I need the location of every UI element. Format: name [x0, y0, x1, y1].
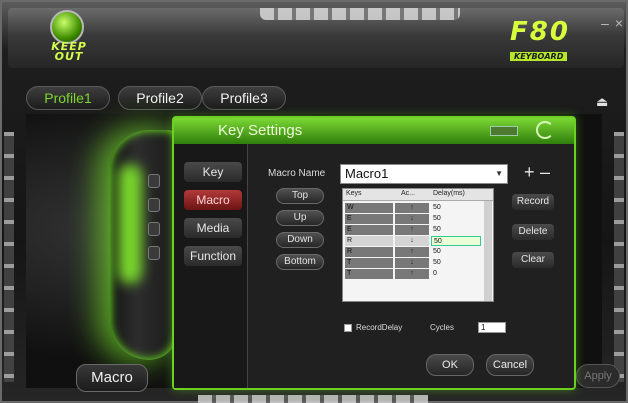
- dialog-sidebar: Key Macro Media Function: [174, 144, 248, 388]
- row-delay: 0: [433, 270, 437, 277]
- mouse-side-button[interactable]: [148, 222, 160, 236]
- bottom-button[interactable]: Bottom: [276, 254, 324, 270]
- row-key: W: [345, 203, 393, 213]
- column-keys: Keys: [346, 190, 362, 197]
- column-delay: Delay(ms): [433, 190, 465, 197]
- row-key: R: [345, 236, 393, 246]
- clear-button[interactable]: Clear: [512, 252, 554, 268]
- table-row[interactable]: E ↑ 50: [343, 225, 493, 236]
- remove-macro-button[interactable]: –: [540, 162, 550, 183]
- row-key: R: [345, 247, 393, 257]
- row-action: ↓: [395, 214, 429, 224]
- cancel-button[interactable]: Cancel: [486, 354, 534, 376]
- bottom-chain-decoration: [198, 395, 428, 403]
- key-settings-dialog: Key Settings Key Macro Media Function Ma…: [172, 116, 576, 390]
- delete-button[interactable]: Delete: [512, 224, 554, 240]
- table-header: Keys Ac... Delay(ms): [343, 189, 493, 201]
- mode-label: Macro: [76, 364, 148, 392]
- mouse-glow: [118, 164, 142, 284]
- tab-profile3[interactable]: Profile3: [202, 86, 286, 110]
- brand-logo: F80 KEYBOARD: [510, 17, 592, 61]
- mouse-side-button[interactable]: [148, 246, 160, 260]
- row-action: ↓: [395, 258, 429, 268]
- apply-button[interactable]: Apply: [576, 364, 620, 388]
- top-button[interactable]: Top: [276, 188, 324, 204]
- dialog-title: Key Settings: [218, 122, 303, 139]
- up-button[interactable]: Up: [276, 210, 324, 226]
- logo-text: KEEP OUT: [51, 40, 87, 63]
- row-delay: 50: [433, 226, 441, 233]
- dialog-minimize-button[interactable]: [490, 126, 518, 136]
- table-row-selected[interactable]: R ↓ 50: [343, 236, 493, 247]
- brand-subtitle: KEYBOARD: [510, 52, 568, 61]
- right-rail-decoration: [614, 132, 624, 382]
- row-delay: 50: [433, 248, 441, 255]
- ok-button[interactable]: OK: [426, 354, 474, 376]
- table-row[interactable]: E ↓ 50: [343, 214, 493, 225]
- sidebar-item-macro[interactable]: Macro: [184, 190, 242, 210]
- mouse-side-button[interactable]: [148, 198, 160, 212]
- down-button[interactable]: Down: [276, 232, 324, 248]
- eject-icon[interactable]: ⏏: [596, 94, 608, 110]
- record-delay-label: RecordDelay: [356, 323, 403, 332]
- cycles-input[interactable]: 1: [478, 322, 506, 333]
- sidebar-item-media[interactable]: Media: [184, 218, 242, 238]
- column-action: Ac...: [401, 190, 416, 197]
- sidebar-item-function[interactable]: Function: [184, 246, 242, 266]
- row-action: ↑: [395, 247, 429, 257]
- sidebar-item-key[interactable]: Key: [184, 162, 242, 182]
- mouse-side-button[interactable]: [148, 174, 160, 188]
- row-key: T: [345, 258, 393, 268]
- cycles-label: Cycles: [430, 323, 455, 332]
- add-macro-button[interactable]: +: [524, 162, 535, 183]
- top-chain-decoration: [260, 8, 460, 20]
- macro-table: Keys Ac... Delay(ms) W ↑ 50 E ↓ 50 E ↑ 5…: [342, 188, 494, 302]
- record-button[interactable]: Record: [512, 194, 554, 210]
- macro-name-label: Macro Name: [268, 168, 326, 179]
- refresh-icon[interactable]: [536, 121, 554, 139]
- row-key: E: [345, 214, 393, 224]
- app-window: KEEP OUT F80 KEYBOARD – × Profile1 Profi…: [0, 0, 628, 403]
- row-action: ↑: [395, 225, 429, 235]
- dialog-title-bar: Key Settings: [174, 118, 574, 144]
- row-key: E: [345, 225, 393, 235]
- record-delay-checkbox[interactable]: [344, 324, 352, 332]
- table-row[interactable]: W ↑ 50: [343, 203, 493, 214]
- close-button[interactable]: ×: [612, 16, 626, 30]
- table-scrollbar[interactable]: [484, 201, 492, 301]
- tab-profile2[interactable]: Profile2: [118, 86, 202, 110]
- row-action: ↑: [395, 203, 429, 213]
- row-delay: 50: [433, 215, 441, 222]
- minimize-button[interactable]: –: [598, 16, 612, 30]
- table-row[interactable]: T ↑ 0: [343, 269, 493, 280]
- tab-profile1[interactable]: Profile1: [26, 86, 110, 110]
- row-delay-input[interactable]: 50: [431, 236, 481, 246]
- row-key: T: [345, 269, 393, 279]
- table-row[interactable]: R ↑ 50: [343, 247, 493, 258]
- keepout-logo: KEEP OUT: [38, 10, 100, 68]
- macro-name-select[interactable]: Macro1 ▼: [340, 164, 508, 184]
- row-action: ↓: [395, 236, 429, 246]
- row-delay: 50: [433, 259, 441, 266]
- table-row[interactable]: T ↓ 50: [343, 258, 493, 269]
- row-action: ↑: [395, 269, 429, 279]
- macro-name-value: Macro1: [345, 166, 389, 181]
- brand-model: F80: [510, 17, 570, 47]
- left-rail-decoration: [4, 132, 14, 382]
- chevron-down-icon: ▼: [495, 169, 503, 178]
- logo-badge-icon: [50, 10, 84, 44]
- row-delay: 50: [433, 204, 441, 211]
